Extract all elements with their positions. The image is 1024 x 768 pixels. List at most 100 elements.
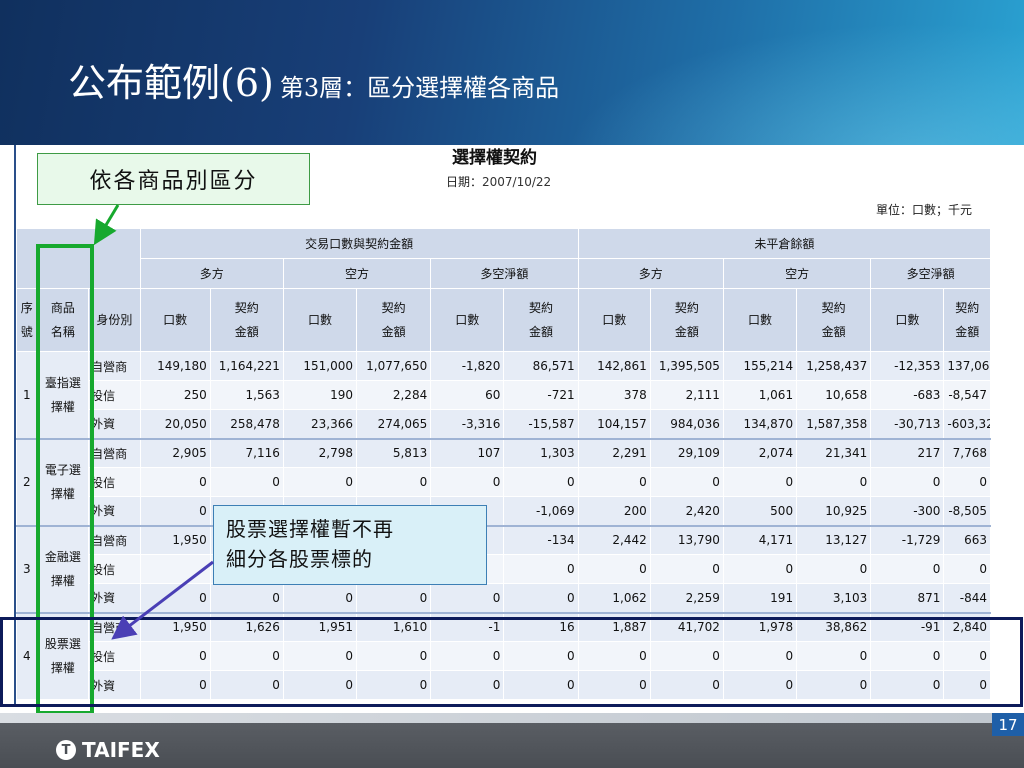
table-row: 投信 250 1,563 190 2,284 60 -721 378 2,111 1,061 10,…: [17, 380, 991, 410]
table-row: 外資 20,050 258,478 23,366 274,065 -3,316 -15,58…: [17, 409, 991, 439]
report-unit: 單位：口數；千元: [876, 203, 973, 217]
table-cell: 4,171: [722, 524, 798, 555]
header-amount-line1: 契約: [234, 301, 259, 315]
header-amount-line1: 契約: [955, 301, 980, 315]
header-traded-long: 多方: [139, 258, 284, 289]
header-amount-line2: 金額: [955, 325, 980, 339]
table-cell: 1,950: [139, 524, 211, 555]
table-cell: -603,322: [943, 409, 991, 439]
table-cell: -8,505: [943, 496, 991, 526]
taifex-logo-text: TAIFEX: [82, 738, 160, 762]
table-cell: 3,103: [796, 583, 872, 613]
table-cell: -683: [870, 380, 945, 410]
table-cell: 0: [577, 467, 651, 497]
table-cell: 5,813: [356, 437, 432, 468]
table-cell: -30,713: [870, 409, 945, 439]
table-cell: 1,061: [722, 380, 798, 410]
header-amount: 契約 金額: [503, 288, 579, 352]
callout-stock-options-line2: 細分各股票標的: [226, 547, 373, 571]
table-cell: 0: [209, 467, 284, 497]
table-cell: 1,303: [503, 437, 579, 468]
row-identity: 外資: [88, 496, 141, 526]
header-lots: 口數: [282, 288, 358, 352]
header-oi-short: 空方: [722, 258, 872, 289]
table-cell: 0: [796, 554, 872, 584]
header-amount-line2: 金額: [381, 325, 406, 339]
header-open-interest: 未平倉餘額: [577, 228, 992, 259]
table-row: 2 電子選 擇權 自營商 2,905 7,116 2,798 5,813 107 1,303 2,2…: [16, 437, 991, 526]
header-amount: 契約 金額: [796, 288, 872, 352]
table-cell: 2,111: [649, 380, 724, 410]
footer-accent: [0, 713, 1024, 723]
header-amount: 契約 金額: [209, 288, 284, 352]
table-row: 投信 0 0 0 0 0 0 0: [17, 554, 991, 584]
table-cell: 1,062: [577, 583, 651, 613]
table-cell: -15,587: [503, 409, 579, 439]
header-amount: 契約 金額: [943, 288, 991, 352]
header-decoration: [504, 0, 1024, 145]
table-cell: -844: [943, 583, 991, 613]
row-identity: 投信: [88, 380, 141, 410]
table-cell: 190: [282, 380, 358, 410]
table-cell: 0: [430, 467, 505, 497]
report-date: 日期：2007/10/22: [446, 173, 551, 190]
table-cell: -1,069: [503, 496, 579, 526]
table-cell: -300: [870, 496, 945, 526]
table-cell: 0: [577, 554, 651, 584]
table-cell: -721: [503, 380, 579, 410]
table-cell: 1,563: [209, 380, 284, 410]
table-row: 1 臺指選 擇權 自營商 149,180 1,164,221 151,000 1,077,65…: [16, 351, 991, 439]
table-cell: 200: [577, 496, 651, 526]
header-lots: 口數: [870, 288, 945, 352]
table-cell: 2,798: [282, 437, 358, 468]
table-cell: 0: [430, 583, 505, 613]
row-identity: 自營商: [88, 351, 141, 381]
table-cell: 1,164,221: [209, 351, 284, 381]
header-amount-line1: 契約: [381, 301, 406, 315]
table-cell: 0: [796, 467, 872, 497]
table-cell: 2,074: [722, 437, 798, 468]
table-row: 投信 0 0 0 0 0 0 0 0 0 0 0 0: [17, 467, 991, 497]
header-amount: 契約 金額: [356, 288, 432, 352]
table-cell: 0: [943, 467, 991, 497]
table-cell: 2,284: [356, 380, 432, 410]
table-row: 3 金融選 擇權 自營商 1,950 -134 2,442 13,790 4,171 13,127…: [16, 524, 991, 613]
table-cell: 378: [577, 380, 651, 410]
table-cell: -134: [503, 524, 579, 555]
table-cell: 104,157: [577, 409, 651, 439]
table-cell: 0: [282, 583, 358, 613]
table-cell: 7,768: [943, 437, 991, 468]
table-cell: 0: [282, 467, 358, 497]
table-cell: -1,729: [870, 524, 945, 555]
table-cell: 1,077,650: [356, 351, 432, 381]
table-cell: 86,571: [503, 351, 579, 381]
table-cell: 7,116: [209, 437, 284, 468]
table-cell: 217: [870, 437, 945, 468]
header-amount-line1: 契約: [674, 301, 699, 315]
table-cell: 0: [870, 554, 945, 584]
table-cell: 137,068: [943, 351, 991, 381]
table-cell: 0: [356, 467, 432, 497]
table-cell: 0: [870, 467, 945, 497]
table-cell: 258,478: [209, 409, 284, 439]
stock-options-row-highlight: [0, 617, 1023, 707]
table-cell: -3,316: [430, 409, 505, 439]
report-date-label: 日期：: [446, 175, 483, 189]
table-cell: 155,214: [722, 351, 798, 381]
header-amount-line2: 金額: [529, 325, 554, 339]
table-cell: 2,905: [139, 437, 211, 468]
header-amount-line2: 金額: [674, 325, 699, 339]
row-identity: 外資: [88, 409, 141, 439]
header-lots: 口數: [430, 288, 505, 352]
table-cell: 20,050: [139, 409, 211, 439]
header-amount: 契約 金額: [649, 288, 724, 352]
table-cell: 13,790: [649, 524, 724, 555]
table-cell: 0: [503, 554, 579, 584]
table-cell: 21,341: [796, 437, 872, 468]
table-cell: 149,180: [139, 351, 211, 381]
table-cell: [139, 554, 211, 584]
table-cell: 0: [139, 583, 211, 613]
header-amount-line1: 契約: [821, 301, 846, 315]
table-cell: 191: [722, 583, 798, 613]
table-cell: 0: [139, 467, 211, 497]
